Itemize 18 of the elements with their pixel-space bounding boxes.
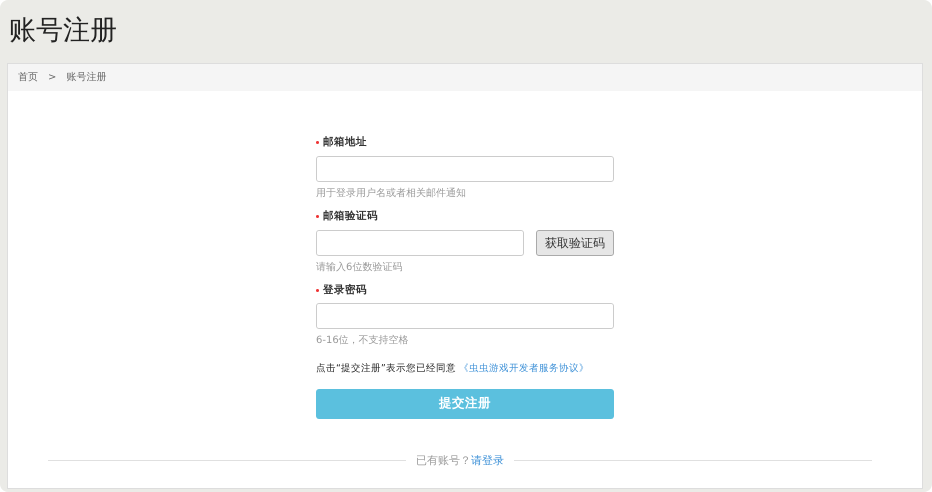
agreement-text: 点击“提交注册”表示您已经同意 《虫虫游戏开发者服务协议》	[316, 362, 590, 376]
field-label: 邮箱验证码	[323, 208, 378, 224]
get-code-button[interactable]: 获取验证码	[536, 230, 614, 256]
breadcrumb-separator: >	[48, 71, 56, 85]
field-label: 登录密码	[323, 282, 367, 298]
field-hint: 6-16位，不支持空格	[316, 334, 410, 348]
breadcrumb-link[interactable]: 首页	[18, 70, 38, 85]
field-label: 邮箱地址	[323, 135, 367, 150]
breadcrumb-link[interactable]: 账号注册	[66, 70, 106, 85]
field-hint: 用于登录用户名或者相关邮件通知	[316, 186, 467, 201]
input-field[interactable]	[316, 303, 614, 330]
login-prompt: 已有账号？	[416, 452, 471, 468]
input-field[interactable]	[316, 230, 524, 256]
agreement-link[interactable]: 《虫虫游戏开发者服务协议》	[458, 363, 589, 374]
input-field[interactable]	[316, 156, 614, 182]
page-title: 账号注册	[8, 14, 118, 48]
field-hint: 请输入6位数验证码	[316, 260, 404, 274]
login-link[interactable]: 请登录	[471, 452, 504, 469]
